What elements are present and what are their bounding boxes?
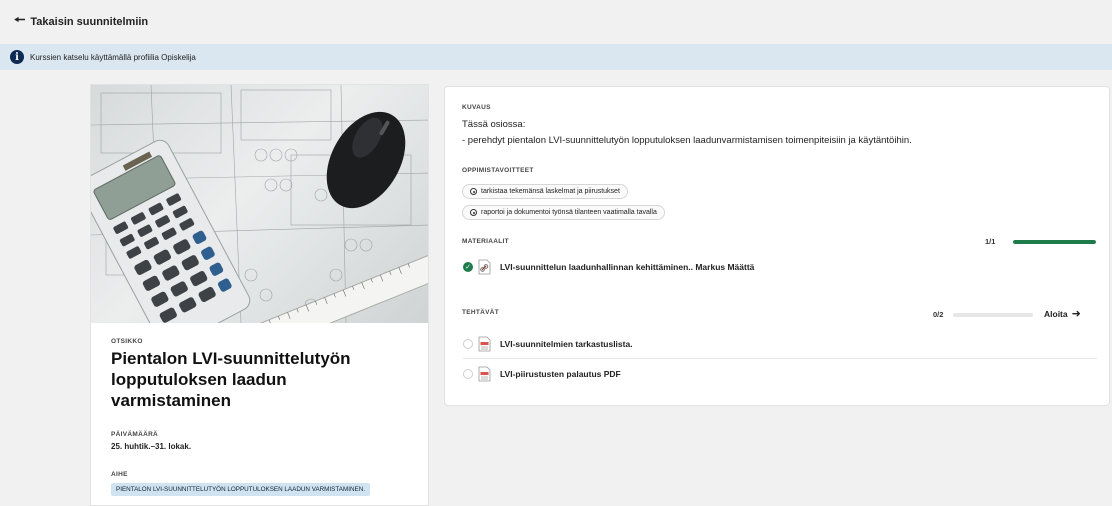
course-title: Pientalon LVI-suunnittelutyön lopputulok… (111, 349, 351, 410)
date-label: PÄIVÄMÄÄRÄ (111, 431, 159, 438)
materials-progress-fill (1013, 240, 1096, 244)
topic-label: AIHE (111, 471, 128, 478)
course-date: 25. huhtik.–31. lokak. (111, 442, 192, 451)
tasks-progress-text: 0/2 (933, 310, 944, 319)
info-icon: i (10, 50, 24, 64)
start-button[interactable]: Aloita ➜ (1044, 307, 1081, 320)
description-line-1: Tässä osiossa: (462, 119, 526, 130)
arrow-left-icon: 🠔 (14, 12, 26, 27)
title-label: OTSIKKO (111, 338, 143, 345)
task-title: LVI-piirustusten palautus PDF (500, 369, 621, 379)
profile-info-banner: i Kurssien katselu käyttämällä profiilia… (0, 44, 1112, 70)
description-line-2: - perehdyt pientalon LVI-suunnittelutyön… (462, 135, 912, 146)
task-title: LVI-suunnitelmien tarkastuslista. (500, 339, 633, 349)
status-circle-icon (463, 339, 473, 349)
description-label: KUVAUS (462, 104, 491, 111)
objectives-label: OPPIMISTAVOITTEET (462, 167, 534, 174)
document-icon (478, 336, 491, 352)
objective-chip: raportoi ja dokumentoi työnsä tilanteen … (462, 205, 665, 220)
tasks-label: TEHTÄVÄT (462, 309, 500, 316)
material-title: LVI-suunnittelun laadunhallinnan kehittä… (500, 262, 755, 272)
course-image (91, 85, 428, 323)
material-item[interactable]: ✓ LVI-suunnittelun laadunhallinnan kehit… (463, 259, 754, 275)
back-link-label: Takaisin suunnitelmiin (30, 16, 149, 28)
task-item[interactable]: LVI-suunnitelmien tarkastuslista. (463, 336, 633, 352)
target-icon (470, 188, 477, 195)
profile-info-text: Kurssien katselu käyttämällä profiilia O… (30, 52, 196, 62)
divider (463, 358, 1097, 359)
check-icon: ✓ (463, 262, 473, 272)
start-button-label: Aloita (1044, 308, 1068, 319)
status-circle-icon (463, 369, 473, 379)
link-document-icon (478, 259, 491, 275)
course-card: OTSIKKO Pientalon LVI-suunnittelutyön lo… (90, 84, 429, 506)
tasks-progress-bar (953, 313, 1033, 317)
materials-progress-text: 1/1 (985, 237, 996, 246)
materials-progress-bar (1013, 240, 1096, 244)
back-link[interactable]: 🠔 Takaisin suunnitelmiin (0, 0, 1112, 44)
details-card: KUVAUS Tässä osiossa: - perehdyt piental… (444, 86, 1110, 406)
materials-label: MATERIAALIT (462, 238, 509, 245)
topic-tag[interactable]: PIENTALON LVI-SUUNNITTELUTYÖN LOPPUTULOK… (111, 483, 370, 496)
objective-text: raportoi ja dokumentoi työnsä tilanteen … (481, 209, 657, 216)
blueprint-calculator-image (91, 85, 428, 323)
objective-chip: tarkistaa tekemänsä laskelmat ja piirust… (462, 184, 628, 199)
task-item[interactable]: LVI-piirustusten palautus PDF (463, 366, 621, 382)
target-icon (470, 209, 477, 216)
arrow-right-icon: ➜ (1071, 308, 1081, 320)
objective-text: tarkistaa tekemänsä laskelmat ja piirust… (481, 188, 620, 195)
document-icon (478, 366, 491, 382)
